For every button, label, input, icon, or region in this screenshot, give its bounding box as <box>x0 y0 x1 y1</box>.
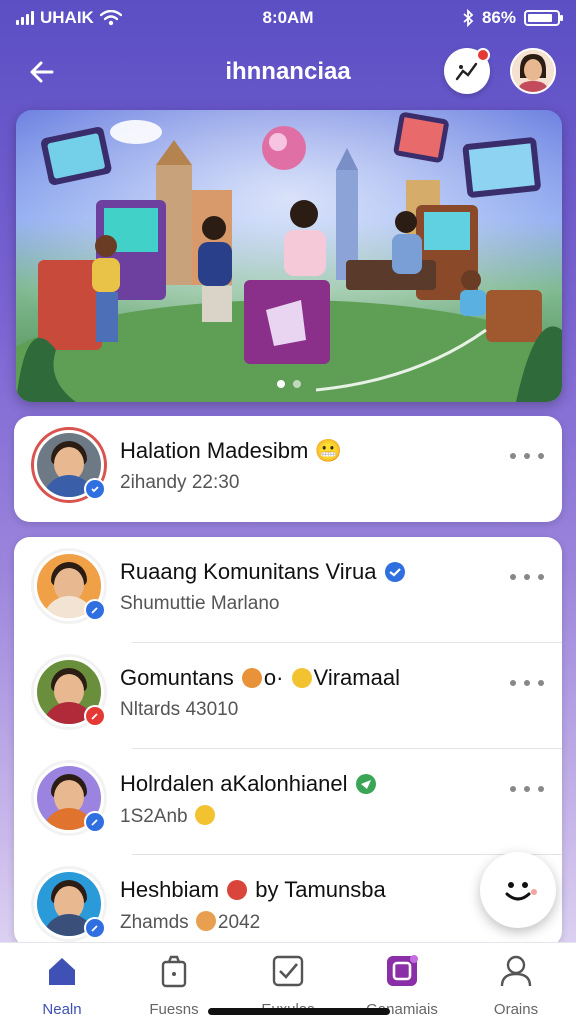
game-icon <box>384 953 420 989</box>
list-item-title-text: Heshbiam <box>120 877 220 902</box>
more-options-button[interactable] <box>510 567 544 587</box>
bluetooth-icon <box>463 9 474 27</box>
ball-emoji-icon <box>227 880 248 900</box>
send-icon <box>355 774 376 794</box>
list-item-subtitle: Zhamds 2042 <box>120 911 260 934</box>
bag-icon <box>156 953 192 989</box>
activity-button[interactable] <box>444 48 490 94</box>
user-avatar <box>512 50 554 92</box>
status-right: 86% <box>462 8 563 28</box>
list-item-title-text: Gomuntans <box>120 665 234 690</box>
list-item-subtitle-tail: 2042 <box>217 912 261 933</box>
app-header: ihnnanciaa <box>0 44 576 100</box>
chart-badge-icon <box>455 62 478 81</box>
carousel-dots[interactable] <box>16 380 562 388</box>
list-avatar[interactable] <box>34 869 106 939</box>
edit-badge-icon <box>84 917 106 939</box>
list-item-title-tail: Viramaal <box>313 665 400 690</box>
party-emoji-icon <box>195 911 216 931</box>
smiley-icon <box>505 882 537 901</box>
nav-label: Orains <box>493 1001 539 1018</box>
checkbox-icon <box>270 953 306 989</box>
list-item[interactable]: Gomuntans o· Viramaal Nltards 43010 <box>14 643 562 749</box>
hero-banner[interactable] <box>16 110 562 402</box>
list-item-title: Holrdalen aKalonhianel <box>120 771 378 797</box>
fire-emoji-icon <box>241 668 262 688</box>
profile-icon <box>498 953 534 989</box>
featured-row[interactable]: Halation Madesibm 😬 2ihandy 22:30 <box>14 416 562 522</box>
edit-badge-icon <box>84 599 106 621</box>
featured-chat-card[interactable]: Halation Madesibm 😬 2ihandy 22:30 <box>14 416 562 522</box>
battery-percent: 86% <box>481 8 516 27</box>
nav-item-profile[interactable]: Orains <box>466 953 566 1019</box>
featured-avatar[interactable] <box>34 430 106 500</box>
more-options-button[interactable] <box>510 446 544 466</box>
profile-avatar-button[interactable] <box>510 48 556 94</box>
edit-badge-icon <box>84 811 106 833</box>
featured-subtitle: 2ihandy 22:30 <box>120 472 240 493</box>
list-item-title: Heshbiam by Tamunsba <box>120 877 386 903</box>
carousel-dot[interactable] <box>293 380 301 388</box>
carousel-dot[interactable] <box>277 380 285 388</box>
list-item-subtitle: Shumuttie Marlano <box>120 593 280 614</box>
list-item-title: Ruaang Komunitans Virua <box>120 559 407 585</box>
featured-title: Halation Madesibm 😬 <box>120 438 342 464</box>
list-item-title: Gomuntans o· Viramaal <box>120 665 400 691</box>
nav-item-home[interactable]: Nealn <box>12 953 112 1019</box>
list-item-title-text: Ruaang Komunitans Virua <box>120 559 377 584</box>
list-item[interactable]: Holrdalen aKalonhianel 1S2Anb <box>14 749 562 855</box>
nav-label: Nealn <box>42 1001 82 1018</box>
list-item-subtitle: 1S2Anb <box>120 805 217 828</box>
list-item-title-text: Holrdalen aKalonhianel <box>120 771 348 796</box>
list-item-subtitle-text: Zhamds <box>120 912 189 933</box>
grimace-emoji-icon: 😬 <box>314 438 342 463</box>
featured-title-text: Halation Madesibm <box>120 438 309 463</box>
list-avatar[interactable] <box>34 763 106 833</box>
smile-emoji-icon <box>291 668 312 688</box>
battery-fill <box>528 14 552 22</box>
list-item-subtitle-text: 1S2Anb <box>120 806 188 827</box>
more-options-button[interactable] <box>510 673 544 693</box>
home-indicator[interactable] <box>208 1008 390 1015</box>
list-avatar[interactable] <box>34 551 106 621</box>
home-icon <box>44 953 80 989</box>
battery-icon <box>524 10 563 26</box>
list-avatar[interactable] <box>34 657 106 727</box>
list-item[interactable]: Ruaang Komunitans Virua Shumuttie Marlan… <box>14 537 562 643</box>
verified-icon <box>384 562 405 582</box>
banner-illustration <box>16 110 562 402</box>
list-item-title-tail: by Tamunsba <box>255 877 386 902</box>
notification-dot <box>476 48 490 62</box>
sweat-emoji-icon <box>194 805 215 825</box>
status-badge-icon <box>84 705 106 727</box>
list-item-subtitle: Nltards 43010 <box>120 699 239 720</box>
more-options-button[interactable] <box>510 779 544 799</box>
status-bar: UHAIK 8:0AM 86% <box>0 0 576 36</box>
list-item-title-sep: o· <box>263 665 284 690</box>
verified-badge-icon <box>84 478 106 500</box>
chat-fab-button[interactable] <box>480 852 556 928</box>
